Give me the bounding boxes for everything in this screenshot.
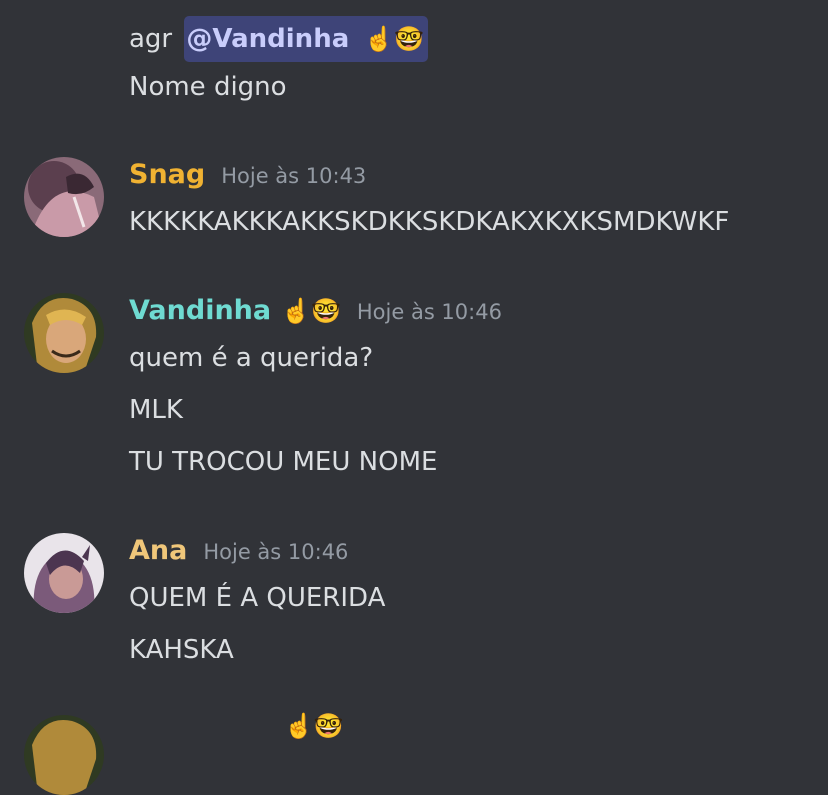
timestamp: Hoje às 10:46 (356, 300, 502, 324)
avatar[interactable] (24, 293, 104, 373)
avatar-snag-image (24, 157, 104, 237)
mention-name: @Vandinha (186, 24, 350, 54)
message-header: Ana Hoje às 10:46 (129, 535, 348, 566)
avatar[interactable] (24, 533, 104, 613)
author-name[interactable]: Ana (129, 535, 187, 566)
author-emoji-icons: ☝️🤓 (284, 712, 344, 740)
message-line: quem é a querida? (129, 343, 374, 373)
message-header: Vandinha ☝️🤓 Hoje às 10:46 (129, 295, 502, 326)
message-text: agr (129, 24, 173, 54)
mention-emoji-icons: ☝️🤓 (364, 25, 425, 53)
avatar-partial[interactable] (24, 715, 104, 795)
avatar-partial-image (24, 715, 104, 795)
avatar-ana-image (24, 533, 104, 613)
author-name[interactable]: Vandinha (129, 295, 271, 326)
author-emoji-icons: ☝️🤓 (281, 297, 341, 325)
message-header: Snag Hoje às 10:43 (129, 159, 366, 190)
message-header-partial: ☝️🤓 (278, 712, 344, 740)
chat-area: agr @Vandinha ☝️🤓 Nome digno Snag Hoje à… (0, 0, 828, 795)
message-line: MLK (129, 395, 183, 425)
timestamp: Hoje às 10:46 (203, 540, 349, 564)
message-line: KKKKKAKKKAKKSKDKKSKDKAKXKXKSMDKWKF (129, 207, 730, 237)
author-name[interactable]: Snag (129, 159, 205, 190)
avatar[interactable] (24, 157, 104, 237)
message-line: Nome digno (129, 72, 287, 102)
message-line: QUEM É A QUERIDA (129, 583, 386, 613)
message-line: KAHSKA (129, 635, 234, 665)
user-mention[interactable]: @Vandinha ☝️🤓 (184, 16, 429, 62)
timestamp: Hoje às 10:43 (221, 164, 367, 188)
message-line: agr @Vandinha ☝️🤓 (129, 16, 429, 62)
avatar-vandinha-image (24, 293, 104, 373)
message-line: TU TROCOU MEU NOME (129, 447, 438, 477)
